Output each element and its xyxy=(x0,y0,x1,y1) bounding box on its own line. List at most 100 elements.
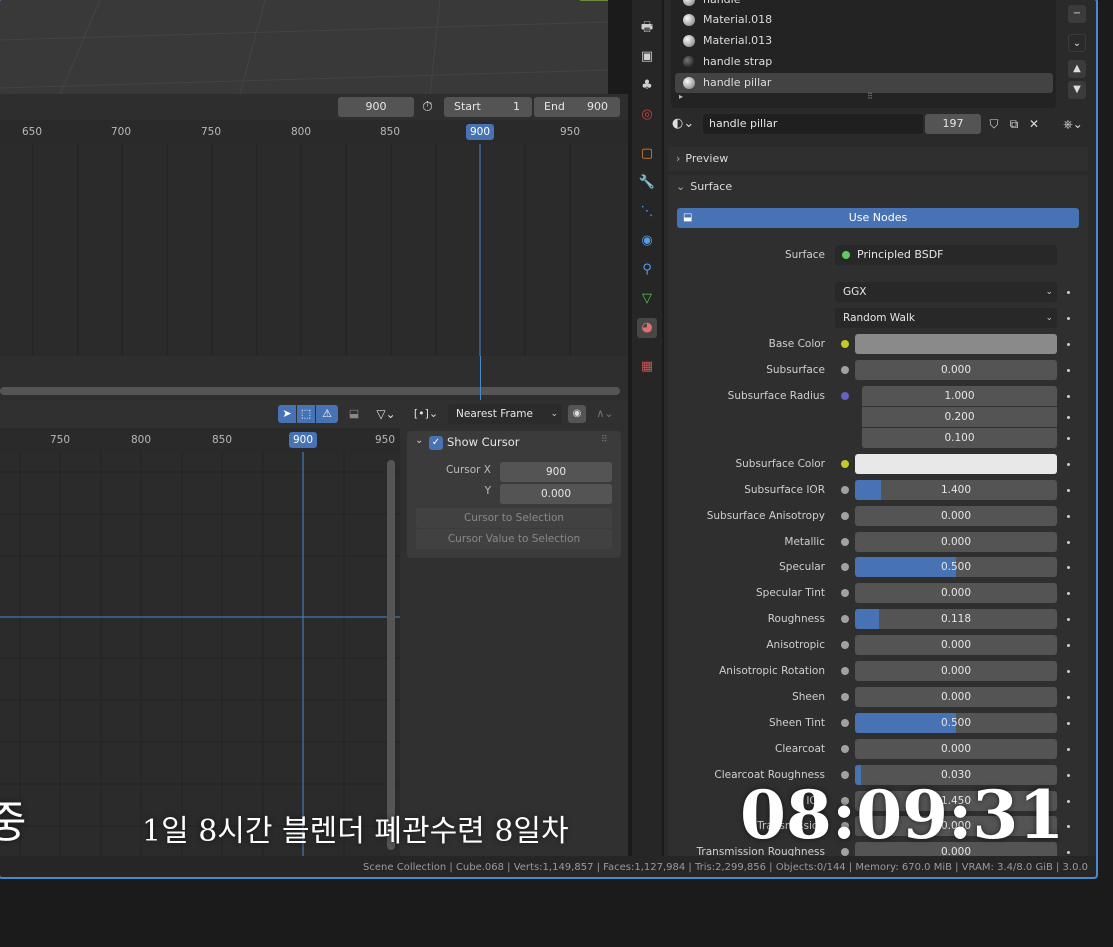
keyframe-dot-icon[interactable] xyxy=(1067,514,1070,518)
keyframe-dot-icon[interactable] xyxy=(1067,540,1070,544)
keyframe-dot-icon[interactable] xyxy=(1067,773,1070,777)
timeline-body[interactable] xyxy=(0,144,628,356)
slider-field[interactable]: 0.000 xyxy=(855,531,1057,552)
link-mode-icon[interactable]: ⎈⌄ xyxy=(1058,114,1088,134)
list-resize-handle[interactable]: ⠿ xyxy=(867,92,873,101)
end-frame-field[interactable]: End 900 xyxy=(534,97,620,117)
panel-collapse-icon[interactable]: ⌄ xyxy=(415,435,423,446)
input-socket-icon[interactable] xyxy=(841,667,849,675)
slider-field[interactable]: 0.000 xyxy=(855,686,1057,707)
3d-viewport[interactable] xyxy=(0,0,608,94)
keyframe-dot-icon[interactable] xyxy=(1067,799,1070,803)
constraints-tab-icon[interactable]: ⚲ xyxy=(637,260,657,280)
particles-tab-icon[interactable]: ⋱ xyxy=(637,202,657,222)
modifier-tab-icon[interactable]: 🔧 xyxy=(637,173,657,193)
list-expand-icon[interactable]: ▸ xyxy=(679,92,683,101)
scene-tab-icon[interactable]: ♣ xyxy=(637,76,657,96)
keyframe-dot-icon[interactable] xyxy=(1067,394,1070,398)
subsurface-method-dropdown[interactable]: Random Walk ⌄ xyxy=(835,308,1057,328)
only-errors-icon[interactable]: ⚠ xyxy=(316,405,338,423)
keyframe-dot-icon[interactable] xyxy=(1067,721,1070,725)
slider-field[interactable]: 0.000 xyxy=(855,583,1057,604)
timeline-scrollbar[interactable] xyxy=(0,387,620,395)
slider-field[interactable]: 1.400 xyxy=(855,479,1057,500)
material-slot-list[interactable]: handle Material.018 Material.013 handle … xyxy=(671,0,1056,108)
input-socket-icon[interactable] xyxy=(841,744,849,753)
vector-component-field[interactable]: 1.000 xyxy=(862,385,1057,406)
keyframe-dot-icon[interactable] xyxy=(1067,291,1070,294)
material-name-field[interactable]: handle pillar xyxy=(703,114,923,134)
show-cursor-checkbox[interactable]: ✓ xyxy=(429,436,443,450)
input-socket-icon[interactable] xyxy=(841,511,849,520)
list-item[interactable]: handle xyxy=(675,0,1053,10)
keyframe-dot-icon[interactable] xyxy=(1067,317,1070,320)
view-layer-tab-icon[interactable]: ▣ xyxy=(637,47,657,67)
list-item-selected[interactable]: handle pillar xyxy=(675,73,1053,93)
keyframe-dot-icon[interactable] xyxy=(1067,488,1070,492)
world-tab-icon[interactable]: ◎ xyxy=(637,105,657,125)
slider-field[interactable]: 0.500 xyxy=(855,557,1057,578)
texture-tab-icon[interactable]: ▦ xyxy=(637,357,657,377)
keyframe-dot-icon[interactable] xyxy=(1067,462,1070,466)
vector-component-field[interactable]: 0.200 xyxy=(862,406,1057,427)
input-socket-icon[interactable] xyxy=(841,340,849,348)
stopwatch-icon[interactable]: ⏱ xyxy=(422,97,440,117)
list-item[interactable]: Material.018 xyxy=(675,10,1053,30)
unlink-icon[interactable]: ✕ xyxy=(1025,114,1043,134)
output-tab-icon[interactable]: 🖶 xyxy=(637,18,657,38)
list-item[interactable]: handle strap xyxy=(675,52,1053,72)
falloff-icon[interactable]: ∧⌄ xyxy=(590,405,620,423)
keyframe-dot-icon[interactable] xyxy=(1067,368,1070,372)
slider-field[interactable]: 0.000 xyxy=(855,738,1057,759)
material-tab-icon[interactable]: ◕ xyxy=(637,318,657,338)
surface-shader-field[interactable]: Principled BSDF xyxy=(835,245,1057,265)
data-tab-icon[interactable]: ▽ xyxy=(637,289,657,309)
browse-material-icon[interactable]: ◐⌄ xyxy=(672,114,702,134)
slider-field[interactable]: 0.500 xyxy=(855,712,1057,733)
input-socket-icon[interactable] xyxy=(841,459,849,468)
slider-field[interactable]: 0.000 xyxy=(855,359,1057,380)
slot-specials-button[interactable]: ⌄ xyxy=(1068,34,1086,52)
input-socket-icon[interactable] xyxy=(841,537,849,546)
keyframe-dot-icon[interactable] xyxy=(1067,343,1070,346)
color-swatch[interactable] xyxy=(855,453,1057,474)
material-users-field[interactable]: 197 xyxy=(925,114,981,134)
distribution-dropdown[interactable]: GGX ⌄ xyxy=(835,282,1057,302)
only-selected-icon[interactable]: ➤ xyxy=(278,405,296,423)
panel-drag-handle[interactable]: ⠿ xyxy=(601,435,608,445)
move-down-button[interactable]: ▼ xyxy=(1068,81,1086,99)
input-socket-icon[interactable] xyxy=(841,718,849,727)
input-socket-icon[interactable] xyxy=(841,391,849,400)
proportional-edit-icon[interactable]: ◉ xyxy=(568,405,586,423)
timeline-ruler[interactable]: 650 700 750 800 850 900 950 xyxy=(0,120,628,144)
list-item[interactable]: Material.013 xyxy=(675,31,1053,51)
slider-field[interactable]: 0.118 xyxy=(855,609,1057,630)
remove-slot-button[interactable]: − xyxy=(1068,5,1086,23)
slider-field[interactable]: 0.000 xyxy=(855,661,1057,681)
snap-mode-dropdown[interactable]: Nearest Frame ⌄ xyxy=(448,404,562,424)
vector-component-field[interactable]: 0.100 xyxy=(862,427,1057,448)
cursor-x-field[interactable]: 900 xyxy=(500,462,612,482)
cursor-to-selection-button[interactable]: Cursor to Selection xyxy=(416,508,612,528)
use-nodes-button[interactable]: ⬓ Use Nodes xyxy=(677,208,1079,228)
cursor-y-field[interactable]: 0.000 xyxy=(500,484,612,504)
move-up-button[interactable]: ▲ xyxy=(1068,60,1086,78)
color-swatch[interactable] xyxy=(855,334,1057,354)
normalize-icon[interactable]: ⬓ xyxy=(344,405,364,423)
slider-field[interactable]: 0.000 xyxy=(855,505,1057,526)
keyframe-dot-icon[interactable] xyxy=(1067,415,1070,419)
surface-panel-header[interactable]: ⌄ Surface xyxy=(668,175,1088,199)
keyframe-dot-icon[interactable] xyxy=(1067,695,1070,699)
show-hidden-icon[interactable]: ⬚ xyxy=(297,405,315,423)
current-frame-field[interactable]: 900 xyxy=(338,97,414,117)
duplicate-icon[interactable]: ⧉ xyxy=(1005,114,1023,134)
input-socket-icon[interactable] xyxy=(841,485,849,494)
preview-panel-header[interactable]: › Preview xyxy=(668,147,1088,171)
start-frame-field[interactable]: Start 1 xyxy=(444,97,532,117)
physics-tab-icon[interactable]: ◉ xyxy=(637,231,657,251)
filter-icon[interactable]: ▽⌄ xyxy=(370,405,402,423)
graph-editor-body[interactable] xyxy=(0,452,400,856)
input-socket-icon[interactable] xyxy=(841,365,849,374)
slider-field[interactable]: 0.000 xyxy=(855,635,1057,656)
keyframe-dot-icon[interactable] xyxy=(1067,670,1070,673)
